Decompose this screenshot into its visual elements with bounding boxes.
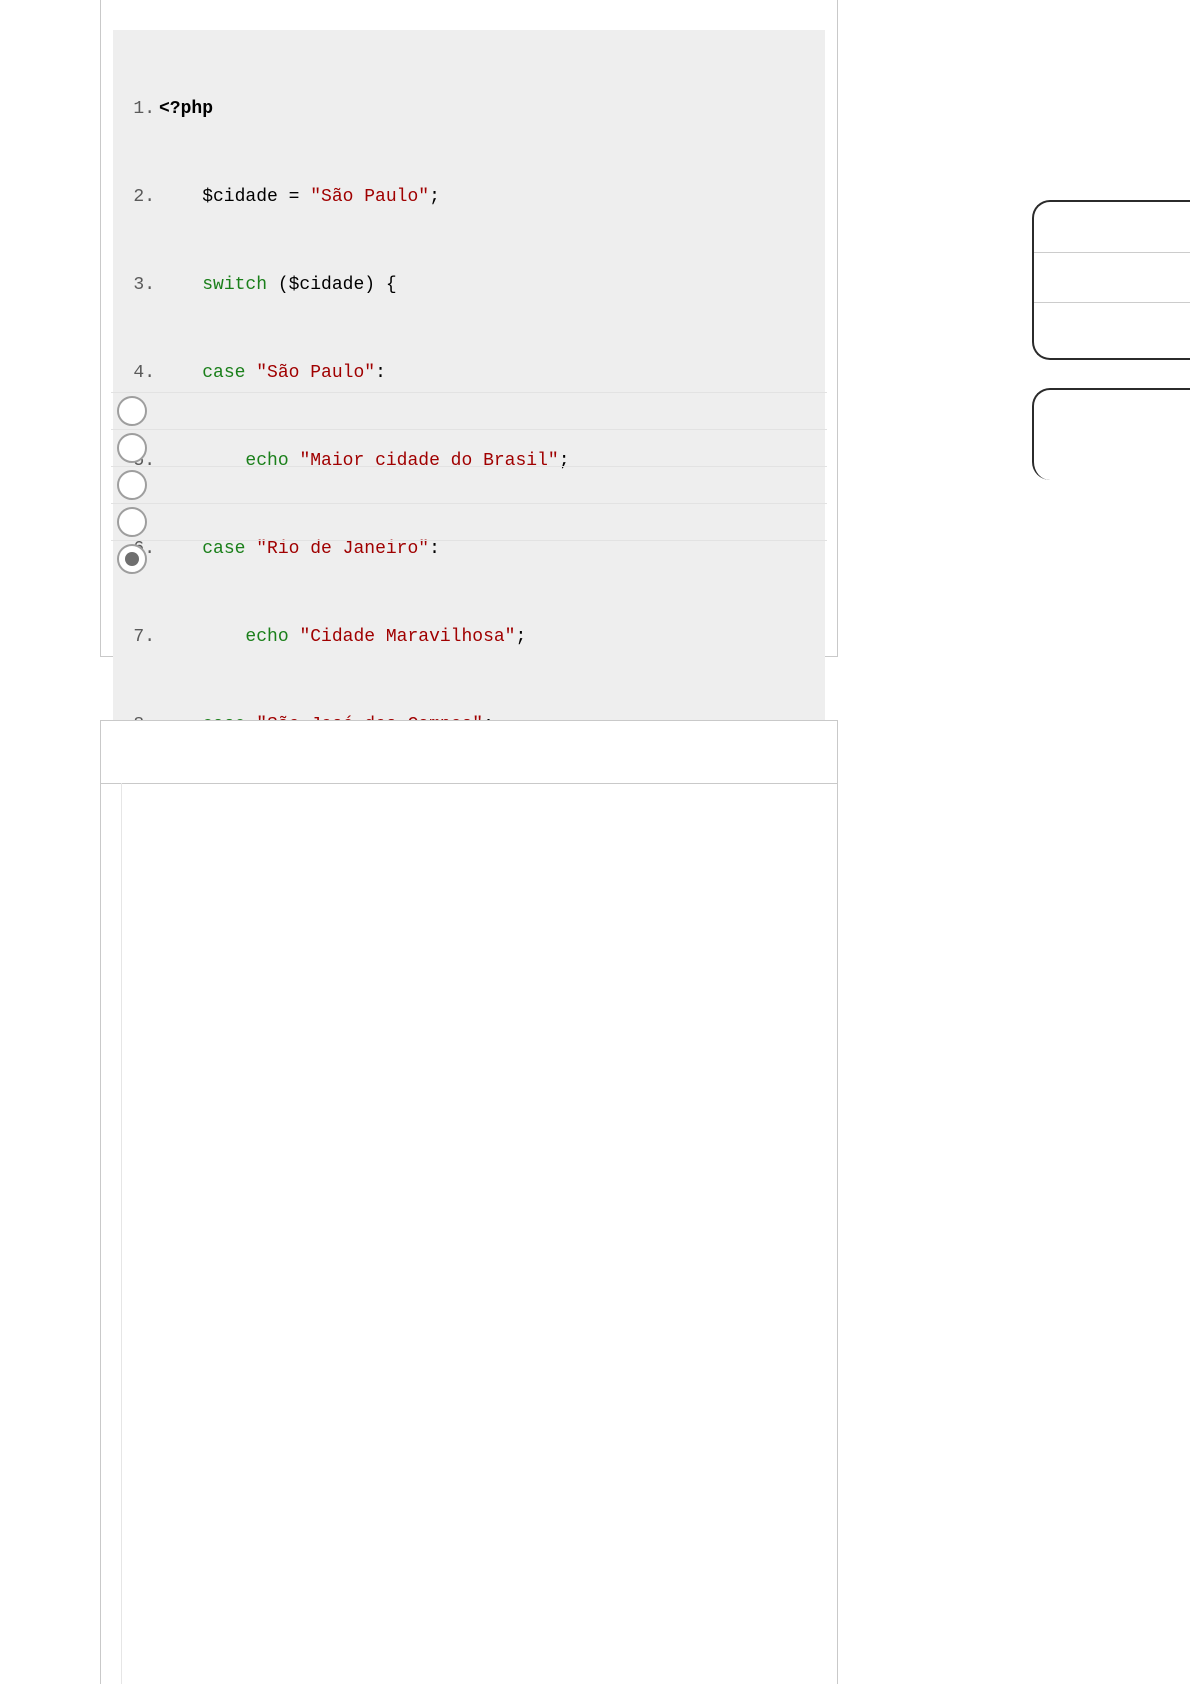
line-number: 2.: [113, 186, 159, 208]
side-widget[interactable]: [1032, 388, 1190, 480]
code-string: "São Paulo": [256, 363, 375, 383]
code-token: ;: [516, 627, 527, 647]
side-widget[interactable]: [1032, 200, 1190, 360]
answer-option[interactable]: [111, 466, 827, 503]
radio-icon[interactable]: [117, 396, 147, 426]
code-token: :: [375, 363, 386, 383]
question-card: 1. <?php 2. $cidade = "São Paulo"; 3. sw…: [100, 0, 838, 657]
page: 1. <?php 2. $cidade = "São Paulo"; 3. sw…: [0, 0, 1190, 1684]
divider: [1034, 252, 1190, 253]
code-line: 3. switch ($cidade) {: [113, 274, 825, 296]
vertical-rule: [121, 783, 122, 1684]
code-line: 7. echo "Cidade Maravilhosa";: [113, 626, 825, 648]
line-number: 7.: [113, 626, 159, 648]
code-keyword: case: [202, 363, 245, 383]
radio-icon[interactable]: [117, 470, 147, 500]
code-token: $cidade =: [159, 187, 310, 207]
radio-icon[interactable]: [117, 433, 147, 463]
code-line: 2. $cidade = "São Paulo";: [113, 186, 825, 208]
line-number: 4.: [113, 362, 159, 384]
next-question-card: [100, 720, 838, 1684]
radio-dot-icon: [125, 552, 139, 566]
answer-option[interactable]: [111, 540, 827, 577]
code-string: "Cidade Maravilhosa": [299, 627, 515, 647]
answer-options: [111, 392, 827, 577]
radio-icon[interactable]: [117, 507, 147, 537]
code-token: ($cidade) {: [267, 275, 397, 295]
code-token: [159, 363, 202, 383]
answer-option[interactable]: [111, 503, 827, 540]
card-header: [101, 721, 837, 784]
divider: [1034, 302, 1190, 303]
code-token: [159, 275, 202, 295]
answer-option[interactable]: [111, 429, 827, 466]
code-token: [289, 627, 300, 647]
code-keyword: switch: [202, 275, 267, 295]
line-number: 3.: [113, 274, 159, 296]
code-string: "São Paulo": [310, 187, 429, 207]
code-token: ;: [429, 187, 440, 207]
line-number: 1.: [113, 98, 159, 120]
code-token: [245, 363, 256, 383]
code-keyword: echo: [245, 627, 288, 647]
answer-option[interactable]: [111, 392, 827, 429]
code-line: 1. <?php: [113, 98, 825, 120]
radio-icon[interactable]: [117, 544, 147, 574]
code-line: 4. case "São Paulo":: [113, 362, 825, 384]
code-token: <?php: [159, 99, 213, 119]
code-token: [159, 627, 245, 647]
